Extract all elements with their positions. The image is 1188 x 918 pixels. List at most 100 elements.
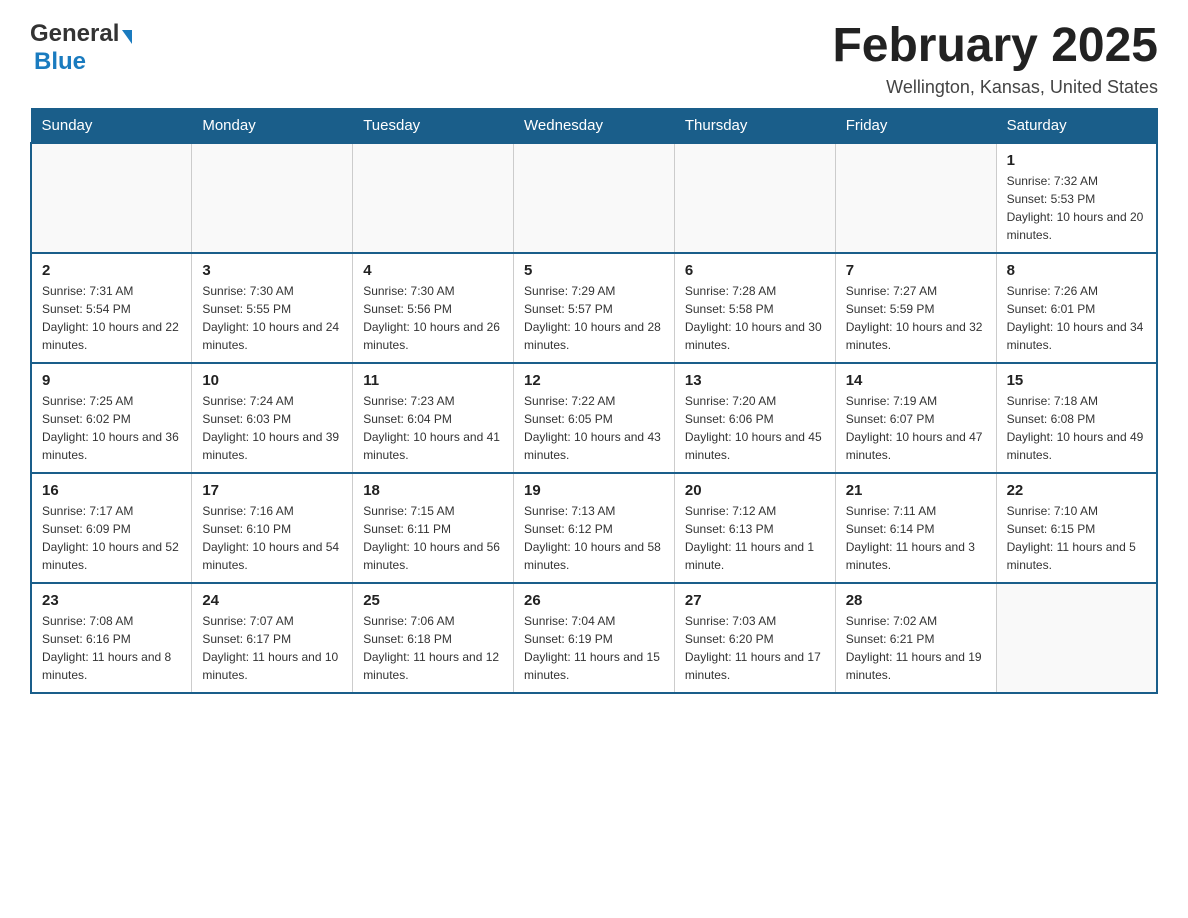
sunset-text: Sunset: 5:55 PM <box>202 300 342 318</box>
day-info: Sunrise: 7:18 AMSunset: 6:08 PMDaylight:… <box>1007 392 1146 464</box>
page-header: General Blue February 2025 Wellington, K… <box>30 20 1158 98</box>
sunrise-text: Sunrise: 7:17 AM <box>42 502 181 520</box>
sunset-text: Sunset: 6:13 PM <box>685 520 825 538</box>
day-number: 25 <box>363 592 503 609</box>
day-info: Sunrise: 7:11 AMSunset: 6:14 PMDaylight:… <box>846 502 986 574</box>
sunset-text: Sunset: 6:07 PM <box>846 410 986 428</box>
day-info: Sunrise: 7:29 AMSunset: 5:57 PMDaylight:… <box>524 282 664 354</box>
daylight-text: Daylight: 10 hours and 54 minutes. <box>202 538 342 574</box>
day-number: 6 <box>685 262 825 279</box>
calendar-cell: 14Sunrise: 7:19 AMSunset: 6:07 PMDayligh… <box>835 363 996 473</box>
day-number: 27 <box>685 592 825 609</box>
sunset-text: Sunset: 6:21 PM <box>846 630 986 648</box>
sunrise-text: Sunrise: 7:19 AM <box>846 392 986 410</box>
calendar-cell: 28Sunrise: 7:02 AMSunset: 6:21 PMDayligh… <box>835 583 996 693</box>
sunrise-text: Sunrise: 7:32 AM <box>1007 172 1146 190</box>
day-info: Sunrise: 7:20 AMSunset: 6:06 PMDaylight:… <box>685 392 825 464</box>
daylight-text: Daylight: 10 hours and 49 minutes. <box>1007 428 1146 464</box>
calendar-cell <box>835 143 996 253</box>
day-number: 14 <box>846 372 986 389</box>
daylight-text: Daylight: 11 hours and 10 minutes. <box>202 648 342 684</box>
day-number: 17 <box>202 482 342 499</box>
sunrise-text: Sunrise: 7:18 AM <box>1007 392 1146 410</box>
day-number: 15 <box>1007 372 1146 389</box>
calendar-cell: 10Sunrise: 7:24 AMSunset: 6:03 PMDayligh… <box>192 363 353 473</box>
weekday-header-saturday: Saturday <box>996 108 1157 143</box>
day-number: 3 <box>202 262 342 279</box>
sunset-text: Sunset: 5:53 PM <box>1007 190 1146 208</box>
calendar-cell: 9 Sunrise: 7:25 AMSunset: 6:02 PMDaylight… <box>31 363 192 473</box>
sunrise-text: Sunrise: 7:07 AM <box>202 612 342 630</box>
calendar-cell: 12Sunrise: 7:22 AMSunset: 6:05 PMDayligh… <box>514 363 675 473</box>
daylight-text: Daylight: 10 hours and 26 minutes. <box>363 318 503 354</box>
day-info: Sunrise: 7:08 AMSunset: 6:16 PMDaylight:… <box>42 612 181 684</box>
day-info: Sunrise: 7:28 AMSunset: 5:58 PMDaylight:… <box>685 282 825 354</box>
day-number: 23 <box>42 592 181 609</box>
day-number: 13 <box>685 372 825 389</box>
calendar-header: SundayMondayTuesdayWednesdayThursdayFrid… <box>31 108 1157 143</box>
sunset-text: Sunset: 6:04 PM <box>363 410 503 428</box>
day-info: Sunrise: 7:04 AMSunset: 6:19 PMDaylight:… <box>524 612 664 684</box>
sunrise-text: Sunrise: 7:03 AM <box>685 612 825 630</box>
daylight-text: Daylight: 10 hours and 58 minutes. <box>524 538 664 574</box>
calendar-cell: 5 Sunrise: 7:29 AMSunset: 5:57 PMDaylight… <box>514 253 675 363</box>
day-number: 2 <box>42 262 181 279</box>
day-info: Sunrise: 7:32 AMSunset: 5:53 PMDaylight:… <box>1007 172 1146 244</box>
calendar-week-3: 9 Sunrise: 7:25 AMSunset: 6:02 PMDaylight… <box>31 363 1157 473</box>
sunrise-text: Sunrise: 7:29 AM <box>524 282 664 300</box>
sunset-text: Sunset: 6:09 PM <box>42 520 181 538</box>
calendar-cell: 1Sunrise: 7:32 AMSunset: 5:53 PMDaylight… <box>996 143 1157 253</box>
daylight-text: Daylight: 11 hours and 8 minutes. <box>42 648 181 684</box>
sunset-text: Sunset: 6:19 PM <box>524 630 664 648</box>
sunrise-text: Sunrise: 7:22 AM <box>524 392 664 410</box>
sunset-text: Sunset: 6:14 PM <box>846 520 986 538</box>
sunset-text: Sunset: 6:18 PM <box>363 630 503 648</box>
sunrise-text: Sunrise: 7:06 AM <box>363 612 503 630</box>
daylight-text: Daylight: 11 hours and 12 minutes. <box>363 648 503 684</box>
calendar-cell: 25 Sunrise: 7:06 AMSunset: 6:18 PMDayligh… <box>353 583 514 693</box>
calendar-cell: 24Sunrise: 7:07 AMSunset: 6:17 PMDayligh… <box>192 583 353 693</box>
calendar-cell: 20Sunrise: 7:12 AMSunset: 6:13 PMDayligh… <box>674 473 835 583</box>
sunrise-text: Sunrise: 7:25 AM <box>42 392 181 410</box>
sunset-text: Sunset: 6:03 PM <box>202 410 342 428</box>
page-title: February 2025 <box>832 20 1158 73</box>
calendar-cell <box>353 143 514 253</box>
day-info: Sunrise: 7:17 AMSunset: 6:09 PMDaylight:… <box>42 502 181 574</box>
sunrise-text: Sunrise: 7:26 AM <box>1007 282 1146 300</box>
sunset-text: Sunset: 6:16 PM <box>42 630 181 648</box>
daylight-text: Daylight: 11 hours and 3 minutes. <box>846 538 986 574</box>
day-number: 9 <box>42 372 181 389</box>
calendar-cell: 3Sunrise: 7:30 AMSunset: 5:55 PMDaylight… <box>192 253 353 363</box>
calendar-cell: 26Sunrise: 7:04 AMSunset: 6:19 PMDayligh… <box>514 583 675 693</box>
daylight-text: Daylight: 10 hours and 39 minutes. <box>202 428 342 464</box>
day-number: 12 <box>524 372 664 389</box>
sunrise-text: Sunrise: 7:04 AM <box>524 612 664 630</box>
calendar-week-5: 23 Sunrise: 7:08 AMSunset: 6:16 PMDayligh… <box>31 583 1157 693</box>
sunset-text: Sunset: 6:01 PM <box>1007 300 1146 318</box>
sunrise-text: Sunrise: 7:24 AM <box>202 392 342 410</box>
sunrise-text: Sunrise: 7:16 AM <box>202 502 342 520</box>
day-info: Sunrise: 7:25 AMSunset: 6:02 PMDaylight:… <box>42 392 181 464</box>
calendar-cell: 13 Sunrise: 7:20 AMSunset: 6:06 PMDayligh… <box>674 363 835 473</box>
day-number: 4 <box>363 262 503 279</box>
sunrise-text: Sunrise: 7:12 AM <box>685 502 825 520</box>
daylight-text: Daylight: 11 hours and 5 minutes. <box>1007 538 1146 574</box>
calendar-cell <box>674 143 835 253</box>
sunrise-text: Sunrise: 7:30 AM <box>202 282 342 300</box>
day-info: Sunrise: 7:10 AMSunset: 6:15 PMDaylight:… <box>1007 502 1146 574</box>
sunset-text: Sunset: 5:54 PM <box>42 300 181 318</box>
calendar-table: SundayMondayTuesdayWednesdayThursdayFrid… <box>30 108 1158 694</box>
calendar-cell <box>514 143 675 253</box>
day-number: 5 <box>524 262 664 279</box>
day-number: 21 <box>846 482 986 499</box>
calendar-cell: 21 Sunrise: 7:11 AMSunset: 6:14 PMDayligh… <box>835 473 996 583</box>
sunset-text: Sunset: 6:11 PM <box>363 520 503 538</box>
calendar-cell: 19Sunrise: 7:13 AMSunset: 6:12 PMDayligh… <box>514 473 675 583</box>
day-info: Sunrise: 7:24 AMSunset: 6:03 PMDaylight:… <box>202 392 342 464</box>
sunset-text: Sunset: 6:15 PM <box>1007 520 1146 538</box>
day-number: 11 <box>363 372 503 389</box>
day-info: Sunrise: 7:23 AMSunset: 6:04 PMDaylight:… <box>363 392 503 464</box>
calendar-week-4: 16Sunrise: 7:17 AMSunset: 6:09 PMDayligh… <box>31 473 1157 583</box>
sunset-text: Sunset: 6:05 PM <box>524 410 664 428</box>
daylight-text: Daylight: 10 hours and 36 minutes. <box>42 428 181 464</box>
